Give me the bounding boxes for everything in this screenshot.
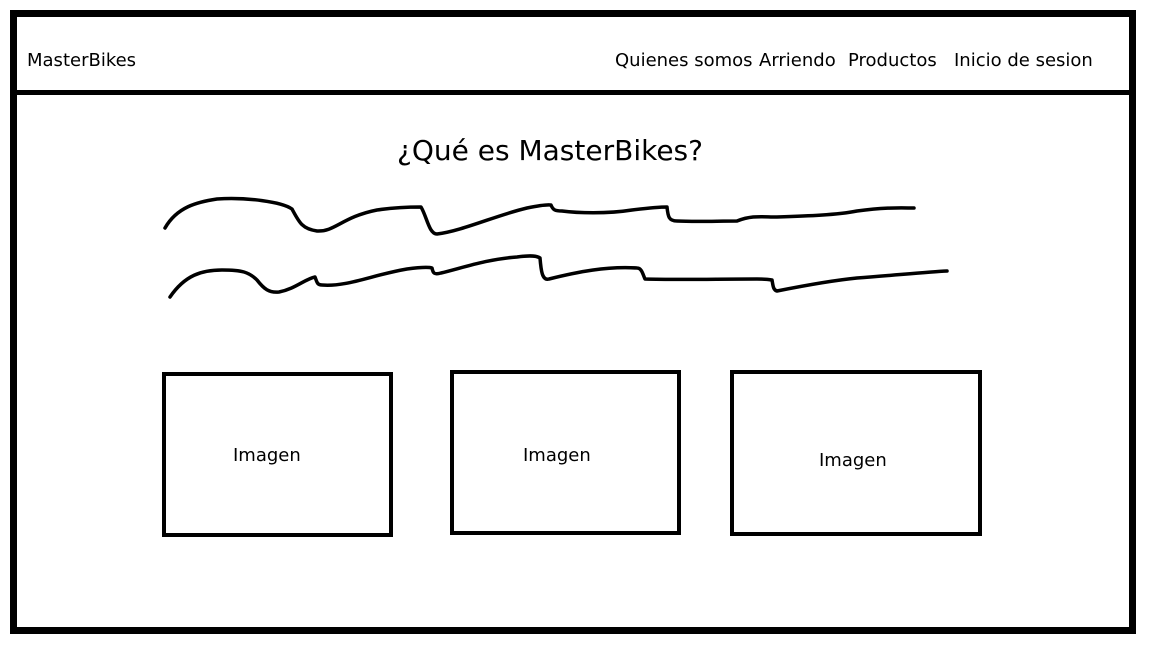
image-placeholder-label: Imagen [523, 445, 591, 466]
nav-link-inicio-de-sesion[interactable]: Inicio de sesion [954, 50, 1093, 72]
placeholder-text-line-1 [163, 196, 916, 236]
placeholder-text-scribbles [163, 196, 949, 299]
image-placeholder-label: Imagen [819, 450, 887, 471]
page-title: ¿Qué es MasterBikes? [397, 134, 703, 167]
image-placeholder-2: Imagen [450, 370, 681, 535]
nav-link-arriendo[interactable]: Arriendo [759, 50, 836, 72]
placeholder-text-line-2 [168, 254, 949, 299]
brand-logo[interactable]: MasterBikes [27, 50, 136, 72]
image-placeholder-1: Imagen [162, 372, 393, 537]
image-placeholder-3: Imagen [730, 370, 982, 536]
nav-link-productos[interactable]: Productos [848, 50, 937, 72]
header: MasterBikes Quienes somos Arriendo Produ… [17, 17, 1129, 95]
wireframe-frame: MasterBikes Quienes somos Arriendo Produ… [10, 10, 1136, 634]
nav-link-quienes-somos[interactable]: Quienes somos [615, 50, 753, 72]
image-placeholder-label: Imagen [233, 445, 301, 466]
